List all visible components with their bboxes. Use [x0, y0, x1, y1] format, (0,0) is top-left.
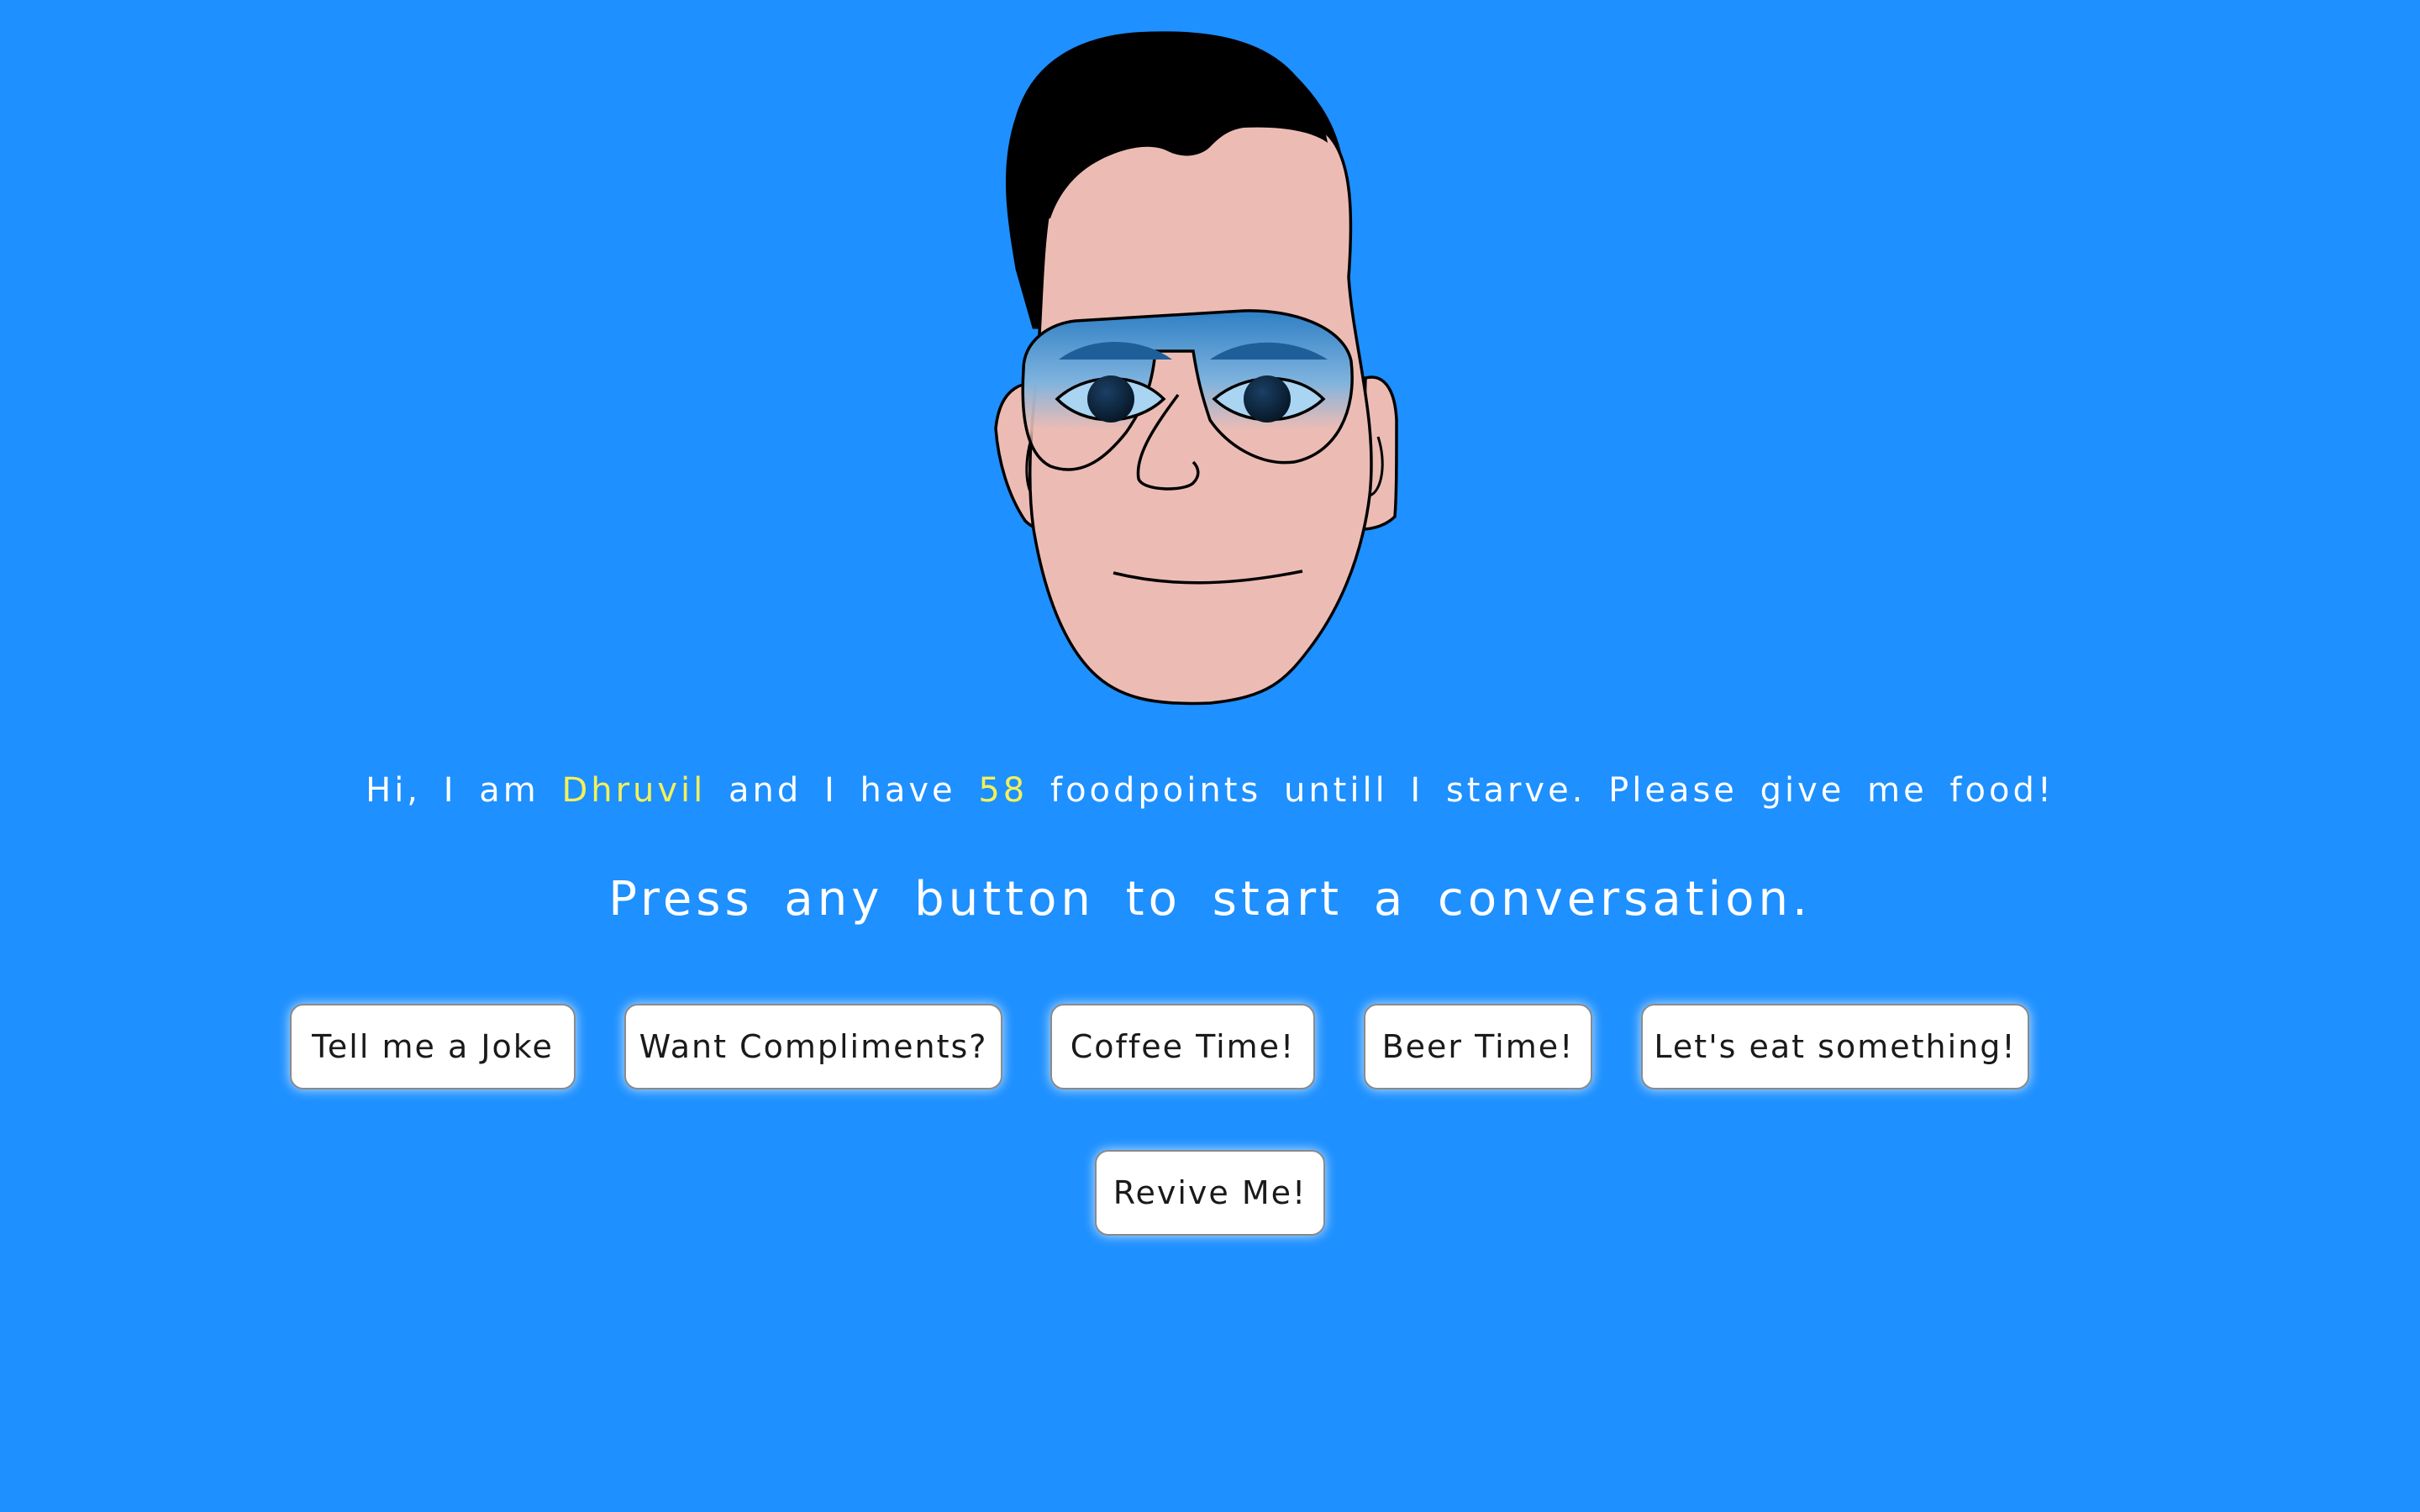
- cartoon-face-icon: [994, 31, 1398, 706]
- coffee-time-button[interactable]: Coffee Time!: [1050, 1004, 1315, 1089]
- avatar: [958, 25, 1462, 731]
- eat-something-button[interactable]: Let's eat something!: [1641, 1004, 2029, 1089]
- pet-name: Dhruvil: [561, 771, 707, 810]
- beer-time-button[interactable]: Beer Time!: [1364, 1004, 1592, 1089]
- status-middle: and I have: [706, 771, 979, 810]
- compliments-button[interactable]: Want Compliments?: [624, 1004, 1002, 1089]
- foodpoints-count: 58: [978, 771, 1028, 810]
- status-suffix: foodpoints untill I starve. Please give …: [1028, 771, 2054, 810]
- status-prefix: Hi, I am: [366, 771, 562, 810]
- conversation-prompt: Press any button to start a conversation…: [608, 872, 1812, 927]
- status-message: Hi, I am Dhruvil and I have 58 foodpoint…: [0, 771, 2420, 810]
- revive-button[interactable]: Revive Me!: [1095, 1150, 1325, 1236]
- tell-joke-button[interactable]: Tell me a Joke: [290, 1004, 576, 1089]
